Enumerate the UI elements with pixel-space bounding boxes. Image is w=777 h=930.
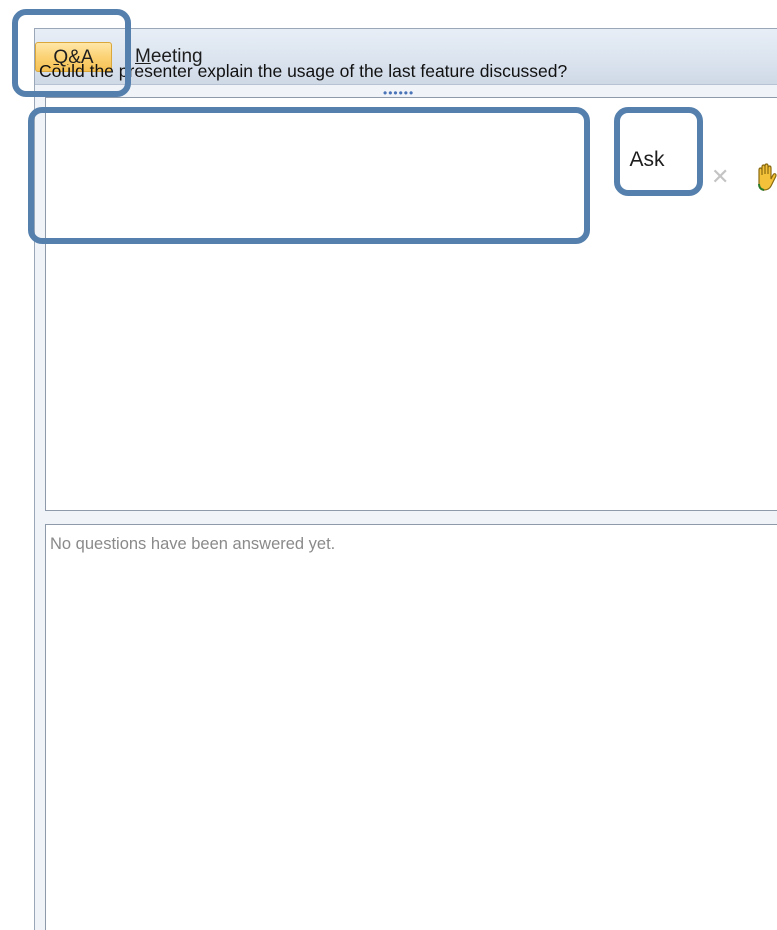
ask-button[interactable]: Ask (619, 139, 675, 181)
question-input[interactable]: Could the presenter explain the usage of… (39, 61, 579, 151)
qa-window: Q&A Meeting •••••• Could the presenter e… (34, 28, 777, 930)
close-icon[interactable]: ✕ (711, 166, 729, 188)
answered-empty-message: No questions have been answered yet. (50, 535, 336, 553)
qa-panel-screenshot: Q&A Meeting •••••• Could the presenter e… (0, 0, 777, 930)
answered-questions-pane: No questions have been answered yet. (45, 524, 777, 930)
raise-hand-icon[interactable] (751, 162, 777, 192)
